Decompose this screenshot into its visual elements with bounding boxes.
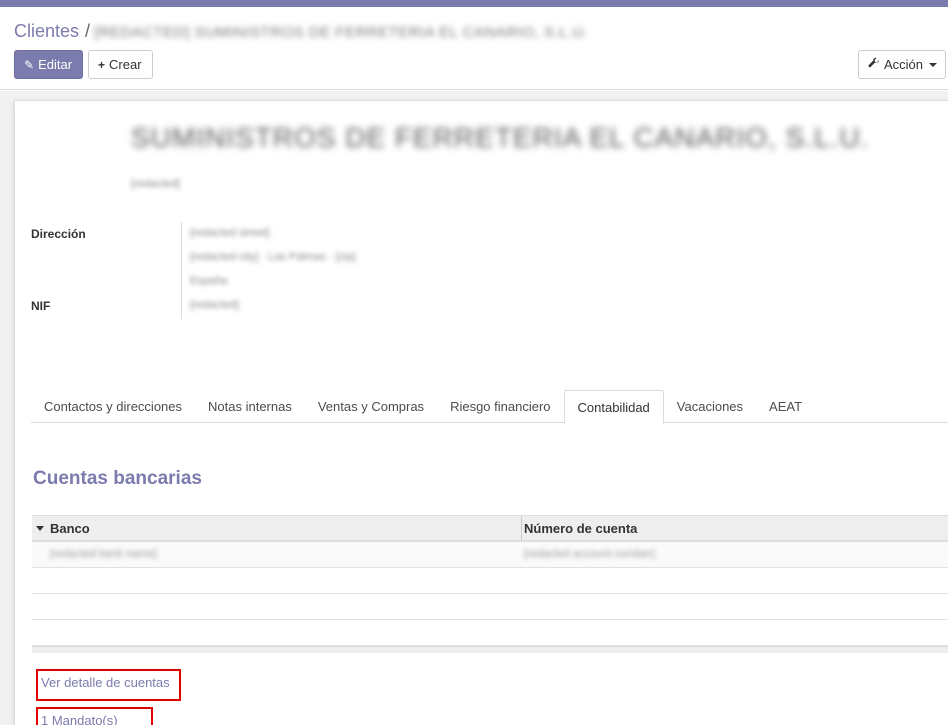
top-navbar: [0, 0, 948, 7]
breadcrumb-separator: /: [85, 21, 91, 41]
control-panel: Clientes / [REDACTED] SUMINISTROS DE FERRE…: [0, 7, 948, 90]
table-row-empty: [32, 594, 948, 620]
nif-label: NIF: [31, 299, 51, 313]
highlight-box-account-detail: Ver detalle de cuentas: [36, 669, 181, 701]
breadcrumb: Clientes / [REDACTED] SUMINISTROS DE FERRE…: [14, 21, 589, 42]
table-row-empty: [32, 620, 948, 646]
column-header-numero-cuenta[interactable]: Número de cuenta: [524, 521, 637, 536]
edit-button-label: Editar: [38, 57, 73, 72]
tab-notas-internas[interactable]: Notas internas: [195, 390, 305, 423]
nif-value: [redacted]: [190, 299, 239, 311]
wrench-icon: [868, 57, 880, 72]
notebook-tabs: Contactos y direcciones Notas internas V…: [31, 390, 948, 424]
bank-accounts-table: Banco Número de cuenta [redacted bank na…: [32, 515, 948, 653]
column-header-banco-label: Banco: [50, 521, 90, 536]
account-detail-link[interactable]: Ver detalle de cuentas: [41, 675, 170, 690]
address-line-1: [redacted street]: [190, 227, 270, 239]
field-divider: [181, 222, 182, 319]
tab-contabilidad[interactable]: Contabilidad: [563, 390, 664, 424]
address-line-2: [redacted city] · Las Palmas · [zip]: [190, 251, 356, 263]
sort-caret-icon: [36, 526, 44, 531]
column-separator: [521, 516, 522, 541]
cell-bank: [redacted bank name]: [50, 548, 157, 560]
table-footer: [32, 646, 948, 653]
create-button[interactable]: + Crear: [88, 50, 153, 79]
pencil-icon: ✎: [24, 57, 35, 72]
tab-vacaciones[interactable]: Vacaciones: [664, 390, 756, 423]
breadcrumb-root[interactable]: Clientes: [14, 21, 79, 41]
cell-account-number: [redacted account number]: [524, 548, 655, 560]
action-dropdown-button[interactable]: Acción: [858, 50, 946, 79]
address-line-3: España: [190, 275, 228, 287]
mandates-link[interactable]: 1 Mandato(s): [41, 713, 118, 725]
bank-accounts-title: Cuentas bancarias: [33, 468, 202, 489]
chevron-down-icon: [929, 62, 938, 67]
plus-icon: +: [98, 57, 106, 72]
highlight-box-mandates: 1 Mandato(s): [36, 707, 153, 725]
column-header-banco[interactable]: Banco: [36, 521, 90, 536]
address-label: Dirección: [31, 227, 86, 241]
partner-subtitle: [redacted]: [131, 178, 180, 190]
breadcrumb-current: [REDACTED] SUMINISTROS DE FERRETERIA EL …: [94, 24, 589, 41]
table-row[interactable]: [redacted bank name] [redacted account n…: [32, 542, 948, 568]
partner-name: SUMINISTROS DE FERRETERIA EL CANARIO, S.…: [131, 122, 870, 153]
edit-button[interactable]: ✎ Editar: [14, 50, 83, 79]
table-row-empty: [32, 568, 948, 594]
action-button-label: Acción: [884, 57, 924, 72]
tab-riesgo-financiero[interactable]: Riesgo financiero: [437, 390, 563, 423]
tab-ventas-compras[interactable]: Ventas y Compras: [305, 390, 437, 423]
tab-contactos[interactable]: Contactos y direcciones: [31, 390, 195, 423]
table-header: Banco Número de cuenta: [32, 515, 948, 542]
tab-aeat[interactable]: AEAT: [756, 390, 815, 423]
create-button-label: Crear: [109, 57, 142, 72]
